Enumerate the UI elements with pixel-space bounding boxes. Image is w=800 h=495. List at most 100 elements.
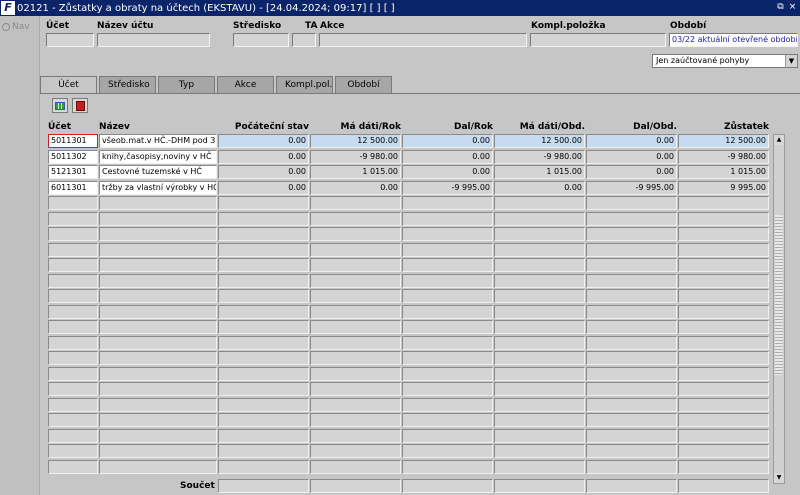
tab-account[interactable]: Účet: [40, 76, 97, 94]
cell-debit-period[interactable]: [494, 351, 585, 365]
cell-balance[interactable]: [678, 242, 769, 257]
cell-credit-period[interactable]: [586, 242, 677, 257]
cell-balance[interactable]: [678, 366, 769, 381]
cell-credit-year[interactable]: [402, 459, 493, 474]
cell-debit-period[interactable]: [494, 366, 585, 381]
cell-debit-period[interactable]: [494, 196, 585, 210]
cell-debit-year[interactable]: 12 500.00: [310, 134, 401, 148]
cell-credit-period[interactable]: [586, 366, 677, 381]
cell-debit-period[interactable]: 1 015.00: [494, 165, 585, 179]
cell-opening[interactable]: [218, 459, 309, 474]
cell-opening[interactable]: 0.00: [218, 149, 309, 164]
scroll-up-icon[interactable]: ▲: [774, 135, 784, 145]
cell-opening[interactable]: [218, 304, 309, 319]
cell-debit-period[interactable]: [494, 211, 585, 226]
cell-debit-year[interactable]: [310, 366, 401, 381]
cell-debit-period[interactable]: [494, 289, 585, 303]
cell-account[interactable]: [48, 444, 98, 458]
cell-opening[interactable]: [218, 242, 309, 257]
cell-balance[interactable]: [678, 444, 769, 458]
cell-debit-year[interactable]: [310, 273, 401, 288]
cell-name[interactable]: [99, 382, 217, 396]
cell-debit-year[interactable]: [310, 211, 401, 226]
cell-balance[interactable]: [678, 304, 769, 319]
cell-opening[interactable]: [218, 413, 309, 427]
cell-debit-period[interactable]: [494, 320, 585, 334]
cell-account[interactable]: [48, 242, 98, 257]
cell-debit-period[interactable]: [494, 335, 585, 350]
cell-balance[interactable]: [678, 320, 769, 334]
tab-action[interactable]: Akce: [217, 76, 274, 93]
cell-opening[interactable]: [218, 382, 309, 396]
cell-balance[interactable]: [678, 273, 769, 288]
cell-account[interactable]: [48, 320, 98, 334]
tab-compl-item[interactable]: Kompl.pol.: [276, 76, 333, 93]
cell-account[interactable]: [48, 413, 98, 427]
tab-center[interactable]: Středisko: [99, 76, 156, 93]
cell-credit-period[interactable]: [586, 289, 677, 303]
cell-credit-year[interactable]: [402, 397, 493, 412]
cell-account[interactable]: [48, 227, 98, 241]
cell-name[interactable]: [99, 273, 217, 288]
cell-name[interactable]: [99, 227, 217, 241]
cell-opening[interactable]: [218, 351, 309, 365]
ta-field[interactable]: [292, 33, 316, 47]
cell-name[interactable]: [99, 413, 217, 427]
tab-action-type[interactable]: Typ akce: [158, 76, 215, 106]
cell-debit-period[interactable]: [494, 304, 585, 319]
cell-credit-year[interactable]: [402, 304, 493, 319]
cell-debit-period[interactable]: [494, 227, 585, 241]
cell-balance[interactable]: [678, 382, 769, 396]
cell-credit-period[interactable]: 0.00: [586, 134, 677, 148]
cell-credit-year[interactable]: [402, 320, 493, 334]
cell-credit-period[interactable]: [586, 413, 677, 427]
cell-credit-year[interactable]: [402, 382, 493, 396]
cell-name[interactable]: tržby za vlastní výrobky v HČ: [99, 180, 217, 195]
cell-name[interactable]: [99, 459, 217, 474]
cell-debit-period[interactable]: [494, 273, 585, 288]
cell-credit-year[interactable]: [402, 211, 493, 226]
cell-account[interactable]: 5011302: [48, 149, 98, 164]
cell-account[interactable]: [48, 289, 98, 303]
cell-credit-period[interactable]: 0.00: [586, 165, 677, 179]
cell-credit-period[interactable]: -9 995.00: [586, 180, 677, 195]
cell-debit-period[interactable]: [494, 397, 585, 412]
cell-credit-year[interactable]: 0.00: [402, 149, 493, 164]
cell-credit-period[interactable]: [586, 258, 677, 272]
cell-debit-year[interactable]: [310, 351, 401, 365]
period-field[interactable]: 03/22 aktuální otevřené období: [669, 33, 798, 47]
account-field[interactable]: [46, 33, 94, 47]
center-field[interactable]: [233, 33, 289, 47]
cell-balance[interactable]: [678, 196, 769, 210]
cell-debit-period[interactable]: 0.00: [494, 180, 585, 195]
cell-account[interactable]: [48, 459, 98, 474]
cell-balance[interactable]: [678, 351, 769, 365]
cell-balance[interactable]: -9 980.00: [678, 149, 769, 164]
cell-balance[interactable]: [678, 397, 769, 412]
cell-debit-year[interactable]: [310, 428, 401, 443]
cell-name[interactable]: [99, 242, 217, 257]
cell-debit-year[interactable]: [310, 320, 401, 334]
cell-account[interactable]: [48, 196, 98, 210]
tab-period[interactable]: Období: [335, 76, 392, 93]
cell-credit-period[interactable]: [586, 397, 677, 412]
cell-credit-period[interactable]: [586, 428, 677, 443]
cell-debit-period[interactable]: [494, 459, 585, 474]
cell-credit-year[interactable]: [402, 335, 493, 350]
cell-debit-year[interactable]: [310, 258, 401, 272]
cell-account[interactable]: 6011301: [48, 180, 98, 195]
cell-opening[interactable]: [218, 397, 309, 412]
cell-credit-period[interactable]: [586, 304, 677, 319]
cell-credit-period[interactable]: [586, 227, 677, 241]
cell-account[interactable]: [48, 273, 98, 288]
cell-debit-year[interactable]: [310, 459, 401, 474]
grid-scrollbar[interactable]: ▲ ▼: [773, 134, 785, 484]
cell-name[interactable]: [99, 196, 217, 210]
cell-account[interactable]: [48, 258, 98, 272]
account-name-field[interactable]: [97, 33, 210, 47]
cell-credit-year[interactable]: [402, 289, 493, 303]
cell-credit-year[interactable]: [402, 242, 493, 257]
cell-balance[interactable]: 1 015.00: [678, 165, 769, 179]
cell-debit-year[interactable]: [310, 304, 401, 319]
cell-debit-period[interactable]: -9 980.00: [494, 149, 585, 164]
